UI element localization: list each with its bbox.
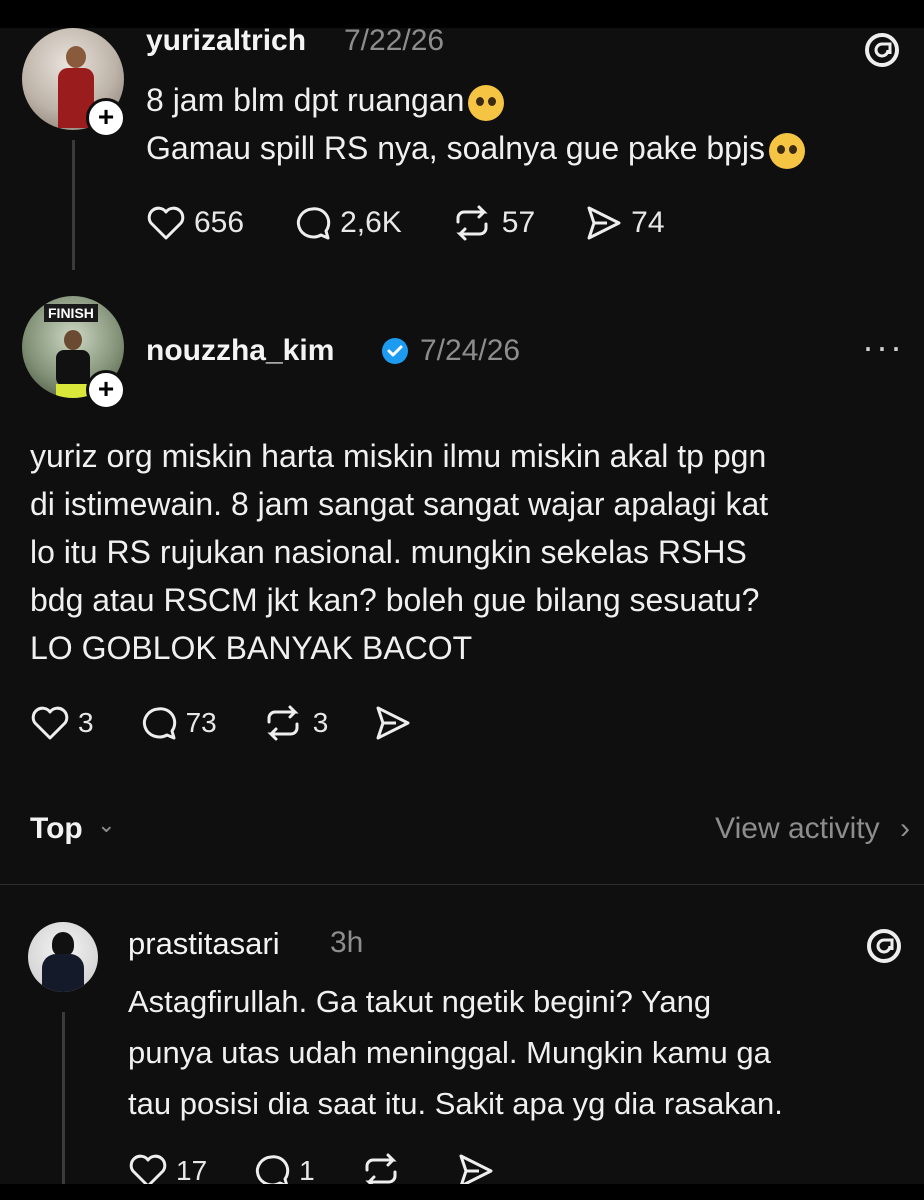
repost-button[interactable]: 57 [450,204,535,242]
follow-plus-button[interactable]: + [86,98,126,138]
repost-count: 57 [501,206,536,239]
reply-button[interactable]: 2,6K [292,204,402,242]
chevron-right-icon: › [900,812,910,845]
post-line: 8 jam blm dpt ruangan [146,82,465,118]
replies-header: Top ⌄ View activity › [30,812,910,858]
more-icon[interactable]: ··· [862,326,904,368]
thread-line [62,1012,65,1200]
username[interactable]: yurizaltrich [146,24,306,58]
post-line: yuriz org miskin harta miskin ilmu miski… [30,438,767,474]
post-body: 8 jam blm dpt ruangan Gamau spill RS nya… [146,76,806,172]
heart-icon [147,206,185,240]
like-button[interactable]: 656 [146,205,244,241]
sort-label: Top [30,812,83,845]
comment-icon [142,707,176,740]
post-line: LO GOBLOK BANYAK BACOT [30,630,473,666]
divider [0,884,924,885]
sort-dropdown[interactable]: Top ⌄ [30,812,116,846]
post-line: Astagfirullah. Ga takut ngetik begini? Y… [128,984,712,1019]
post-date: 3h [330,926,364,959]
reply-button[interactable]: 73 [138,704,217,742]
repost-button[interactable]: 3 [261,704,329,742]
repost-count: 3 [312,707,329,738]
emoji-icon [468,84,505,121]
verified-badge-icon [382,338,408,364]
post-line: Gamau spill RS nya, soalnya gue pake bpj… [146,130,766,166]
post-prastitasari: prastitasari 3h Astagfirullah. Ga takut … [0,886,924,1200]
avatar[interactable] [28,922,98,992]
threads-icon[interactable] [862,30,902,70]
thread-line [72,140,75,270]
avatar-label: FINISH [44,304,98,322]
post-body: yuriz org miskin harta miskin ilmu miski… [30,432,768,672]
post-nouzzha_kim: FINISH + nouzzha_kim 7/24/26 ··· yuriz o… [0,292,924,782]
view-activity-link[interactable]: View activity › [715,812,910,846]
bottom-bar [0,1184,924,1200]
post-line: punya utas udah meninggal. Mungkin kamu … [128,1035,771,1070]
chevron-down-icon: ⌄ [97,812,116,837]
like-button[interactable]: 3 [30,705,94,741]
view-activity-label: View activity [715,812,880,845]
repost-icon [456,205,488,241]
reply-count: 73 [185,707,217,738]
share-icon [376,706,410,740]
reply-count: 1 [299,1155,315,1186]
share-count: 74 [631,206,665,239]
post-body: Astagfirullah. Ga takut ngetik begini? Y… [128,976,783,1129]
share-button[interactable] [372,704,420,742]
post-line: tau posisi dia saat itu. Sakit apa yg di… [128,1086,783,1121]
share-icon [587,206,621,240]
username[interactable]: nouzzha_kim [146,334,334,368]
like-count: 17 [176,1155,208,1186]
post-line: bdg atau RSCM jkt kan? boleh gue bilang … [30,582,760,618]
username[interactable]: prastitasari [128,926,280,962]
follow-plus-button[interactable]: + [86,370,126,410]
reply-count: 2,6K [340,206,402,239]
comment-icon [296,207,331,240]
post-actions: 3 73 3 [30,704,468,742]
post-yurizaltrich: + yurizaltrich 7/22/26 8 jam blm dpt rua… [0,0,924,300]
post-date: 7/22/26 [344,24,445,57]
threads-icon[interactable] [864,926,904,966]
emoji-icon [769,132,806,169]
share-button[interactable]: 74 [583,204,665,242]
post-actions: 656 2,6K 57 74 [146,204,713,242]
post-line: lo itu RS rujukan nasional. mungkin seke… [30,534,747,570]
post-date: 7/24/26 [420,334,521,367]
like-count: 656 [194,206,245,239]
heart-icon [31,706,69,740]
like-count: 3 [78,707,94,738]
repost-icon [267,705,299,741]
post-line: di istimewain. 8 jam sangat sangat wajar… [30,486,769,522]
